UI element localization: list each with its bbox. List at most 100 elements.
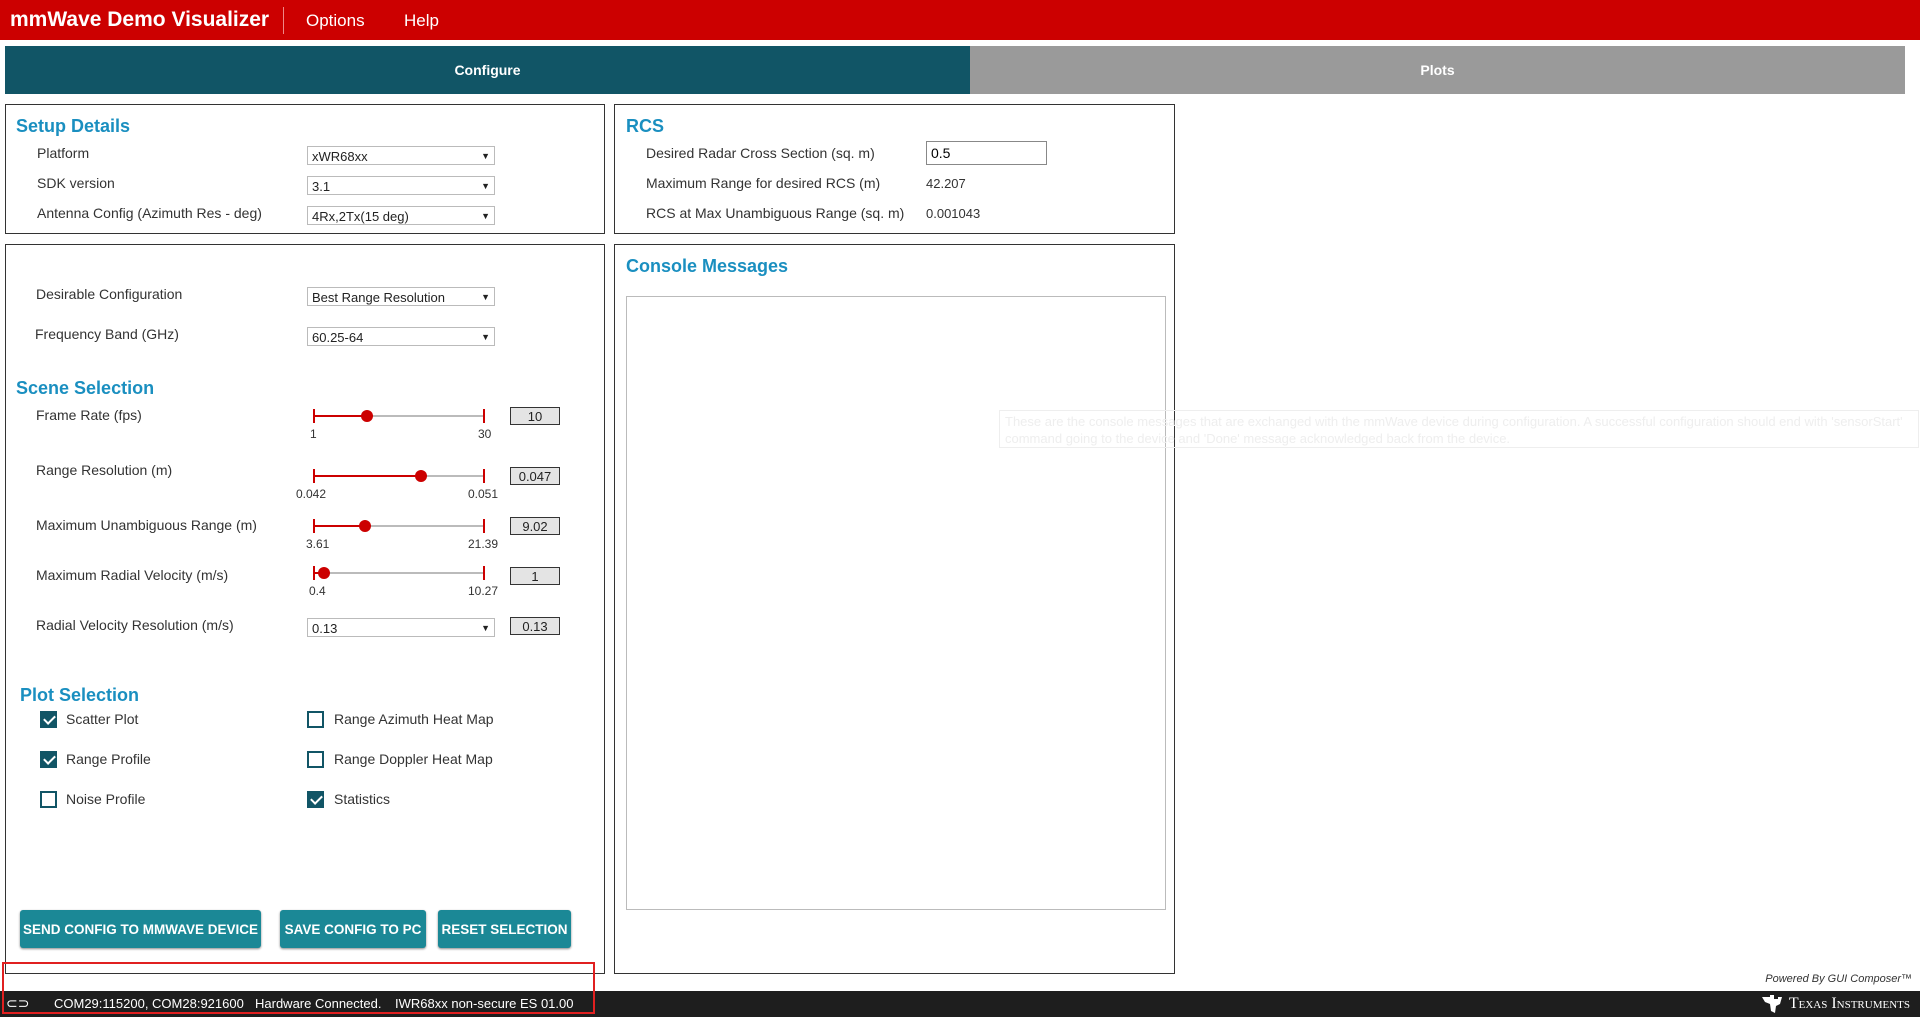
ti-logo: Texas Instruments — [1761, 994, 1910, 1014]
slider-min-label: 3.61 — [306, 537, 330, 551]
range-doppler-heatmap-label: Range Doppler Heat Map — [334, 751, 493, 767]
max-radial-velocity-value: 1 — [510, 567, 560, 585]
desired-rcs-label: Desired Radar Cross Section (sq. m) — [646, 145, 875, 161]
max-radial-velocity-slider[interactable]: 0.4 10.27 — [309, 563, 498, 603]
ti-logo-icon — [1761, 995, 1782, 1013]
chevron-down-icon: ▼ — [481, 623, 490, 633]
velocity-resolution-label: Radial Velocity Resolution (m/s) — [36, 617, 234, 633]
scatter-plot-label: Scatter Plot — [66, 711, 139, 727]
range-doppler-heatmap-checkbox[interactable] — [307, 751, 324, 768]
slider-max-label: 30 — [478, 427, 492, 441]
rcs-heading: RCS — [626, 116, 665, 136]
ti-brand-text: Texas Instruments — [1788, 995, 1910, 1012]
max-range-label: Maximum Range for desired RCS (m) — [646, 175, 881, 191]
desirable-config-value: Best Range Resolution — [312, 290, 445, 305]
slider-track — [313, 572, 485, 574]
sdk-version-select[interactable]: 3.1 ▼ — [307, 176, 495, 195]
platform-select[interactable]: xWR68xx ▼ — [307, 146, 495, 165]
platform-value: xWR68xx — [312, 149, 368, 164]
statistics-label: Statistics — [334, 791, 391, 807]
console-output[interactable] — [626, 296, 1166, 910]
velocity-resolution-value: 0.13 — [510, 617, 560, 635]
desirable-config-select[interactable]: Best Range Resolution ▼ — [307, 287, 495, 306]
console-tooltip: These are the console messages that are … — [999, 410, 1919, 448]
rcs-max-range-value: 0.001043 — [926, 206, 981, 221]
slider-max-label: 21.39 — [468, 537, 499, 551]
slider-min-tick — [313, 566, 315, 580]
frequency-band-value: 60.25-64 — [312, 330, 364, 345]
slider-min-label: 0.042 — [296, 487, 327, 501]
velocity-resolution-select[interactable]: 0.13 ▼ — [307, 618, 495, 637]
chevron-down-icon: ▼ — [481, 151, 490, 161]
frame-rate-label: Frame Rate (fps) — [36, 407, 142, 423]
scene-selection-heading: Scene Selection — [16, 378, 155, 398]
slider-thumb[interactable] — [415, 470, 427, 482]
max-unambiguous-range-label: Maximum Unambiguous Range (m) — [36, 517, 257, 533]
frequency-band-select[interactable]: 60.25-64 ▼ — [307, 327, 495, 346]
frequency-band-label: Frequency Band (GHz) — [35, 326, 179, 342]
range-azimuth-heatmap-checkbox[interactable] — [307, 711, 324, 728]
slider-min-label: 0.4 — [309, 584, 326, 598]
range-resolution-slider[interactable]: 0.042 0.051 — [296, 466, 498, 506]
powered-by-label: Powered By GUI Composer™ — [1765, 973, 1912, 985]
chevron-down-icon: ▼ — [481, 332, 490, 342]
range-resolution-label: Range Resolution (m) — [36, 462, 173, 478]
slider-fill — [313, 475, 420, 477]
slider-thumb[interactable] — [359, 520, 371, 532]
tab-plots[interactable]: Plots — [970, 46, 1905, 94]
plot-selection-heading: Plot Selection — [20, 685, 140, 705]
range-resolution-value: 0.047 — [510, 467, 560, 485]
slider-fill — [313, 415, 366, 417]
save-config-button[interactable]: SAVE CONFIG TO PC — [280, 910, 426, 948]
slider-thumb[interactable] — [318, 567, 330, 579]
send-config-button[interactable]: SEND CONFIG TO MMWAVE DEVICE — [20, 910, 261, 948]
max-unambiguous-range-slider[interactable]: 3.61 21.39 — [306, 516, 498, 556]
rcs-max-range-label: RCS at Max Unambiguous Range (sq. m) — [646, 205, 905, 221]
noise-profile-label: Noise Profile — [66, 791, 146, 807]
desirable-config-label: Desirable Configuration — [36, 286, 183, 302]
antenna-config-value: 4Rx,2Tx(15 deg) — [312, 209, 409, 224]
scatter-plot-checkbox[interactable] — [40, 711, 57, 728]
slider-max-label: 10.27 — [468, 584, 499, 598]
chevron-down-icon: ▼ — [481, 292, 490, 302]
max-range-value: 42.207 — [926, 176, 966, 191]
max-radial-velocity-label: Maximum Radial Velocity (m/s) — [36, 567, 229, 583]
frame-rate-slider[interactable]: 1 30 — [310, 406, 491, 446]
rcs-panel: RCS Desired Radar Cross Section (sq. m) … — [614, 104, 1175, 234]
velocity-resolution-select-value: 0.13 — [312, 621, 338, 636]
range-profile-checkbox[interactable] — [40, 751, 57, 768]
config-panel: Desirable Configuration Best Range Resol… — [5, 244, 605, 974]
antenna-config-select[interactable]: 4Rx,2Tx(15 deg) ▼ — [307, 206, 495, 225]
slider-max-tick — [483, 469, 485, 483]
antenna-config-label: Antenna Config (Azimuth Res - deg) — [37, 205, 262, 221]
console-panel: Console Messages — [614, 244, 1175, 974]
slider-max-tick — [483, 566, 485, 580]
slider-min-tick — [313, 519, 315, 533]
slider-max-tick — [483, 519, 485, 533]
statistics-checkbox[interactable] — [307, 791, 324, 808]
console-heading: Console Messages — [626, 256, 789, 276]
sdk-version-label: SDK version — [37, 175, 115, 191]
desired-rcs-input[interactable] — [926, 141, 1047, 165]
app-header: mmWave Demo Visualizer Options Help — [0, 0, 1920, 40]
reset-selection-button[interactable]: RESET SELECTION — [438, 910, 571, 948]
sdk-version-value: 3.1 — [312, 179, 331, 194]
slider-max-tick — [483, 409, 485, 423]
slider-min-tick — [313, 469, 315, 483]
slider-max-label: 0.051 — [468, 487, 499, 501]
max-unambiguous-range-value: 9.02 — [510, 517, 560, 535]
setup-details-heading: Setup Details — [16, 116, 131, 136]
slider-min-tick — [313, 409, 315, 423]
slider-min-label: 1 — [310, 427, 317, 441]
noise-profile-checkbox[interactable] — [40, 791, 57, 808]
tab-configure[interactable]: Configure — [5, 46, 970, 94]
tab-bar: Configure Plots — [5, 46, 1905, 94]
range-profile-label: Range Profile — [66, 751, 151, 767]
slider-fill — [313, 525, 364, 527]
slider-thumb[interactable] — [361, 410, 373, 422]
setup-details-panel: Setup Details Platform xWR68xx ▼ SDK vers… — [5, 104, 605, 234]
platform-label: Platform — [37, 145, 90, 161]
menu-help[interactable]: Help — [404, 11, 439, 31]
status-highlight-box — [2, 962, 595, 1014]
menu-options[interactable]: Options — [306, 11, 365, 31]
